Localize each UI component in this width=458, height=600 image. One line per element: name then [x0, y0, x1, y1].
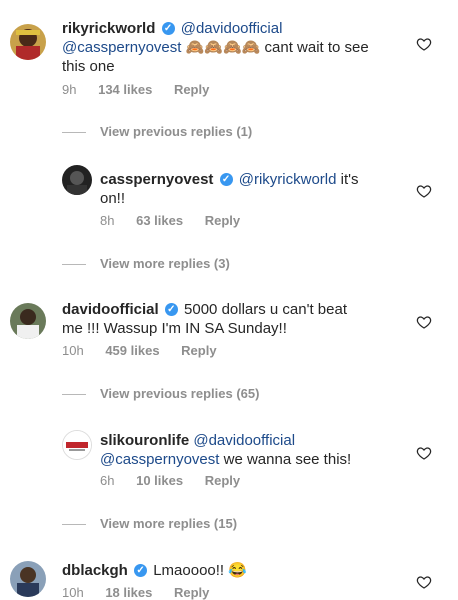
- avatar[interactable]: [10, 561, 46, 597]
- comment-body: Lmaoooo!!: [149, 562, 229, 579]
- comment-text: rikyrickworld ✓ @davidoofficial @cassper…: [62, 19, 402, 76]
- username[interactable]: rikyrickworld: [62, 20, 155, 37]
- heart-outline-icon[interactable]: [416, 445, 432, 461]
- timestamp: 6h: [100, 473, 115, 488]
- likes-count[interactable]: 459 likes: [105, 343, 159, 358]
- divider: [62, 132, 86, 134]
- view-more-replies[interactable]: View more replies (3): [62, 256, 230, 271]
- monkey-emoji: 🙈🙈🙈🙈: [185, 39, 261, 56]
- comment-body: cant wait to see: [260, 39, 369, 56]
- heart-outline-icon[interactable]: [416, 183, 432, 199]
- divider: [62, 394, 86, 396]
- laughing-emoji: 😂: [228, 562, 247, 579]
- reply-button[interactable]: Reply: [174, 585, 209, 600]
- check-badge-icon: ✓: [134, 563, 148, 577]
- mention[interactable]: @casspernyovest: [100, 451, 219, 468]
- comment-meta: 9h 134 likes Reply: [62, 82, 227, 97]
- check-badge-icon: ✓: [161, 21, 175, 35]
- avatar[interactable]: [62, 165, 92, 195]
- divider: [62, 264, 86, 266]
- reply-button[interactable]: Reply: [181, 343, 216, 358]
- mention[interactable]: @davidoofficial: [193, 432, 295, 449]
- view-previous-replies[interactable]: View previous replies (65): [62, 386, 259, 401]
- heart-outline-icon[interactable]: [416, 574, 432, 590]
- reply-button[interactable]: Reply: [205, 473, 240, 488]
- avatar[interactable]: [10, 303, 46, 339]
- comment-body: 5000 dollars u can't beat: [179, 301, 348, 318]
- timestamp: 10h: [62, 585, 84, 600]
- timestamp: 8h: [100, 213, 115, 228]
- view-more-replies[interactable]: View more replies (15): [62, 516, 237, 531]
- divider: [62, 524, 86, 526]
- comment-text: davidoofficial ✓ 5000 dollars u can't be…: [62, 300, 402, 338]
- comment-meta: 10h 459 likes Reply: [62, 343, 235, 358]
- heart-outline-icon[interactable]: [416, 314, 432, 330]
- check-badge-icon: ✓: [164, 302, 178, 316]
- comment-body-line2: this one: [62, 58, 115, 75]
- likes-count[interactable]: 10 likes: [136, 473, 183, 488]
- username[interactable]: slikouronlife: [100, 432, 189, 449]
- comment-text: casspernyovest ✓ @rikyrickworld it's on!…: [100, 170, 400, 208]
- username[interactable]: casspernyovest: [100, 171, 213, 188]
- likes-count[interactable]: 63 likes: [136, 213, 183, 228]
- mention[interactable]: @casspernyovest: [62, 39, 181, 56]
- comment-text: dblackgh ✓ Lmaoooo!! 😂: [62, 561, 402, 580]
- comment-body: we wanna see this!: [219, 451, 352, 468]
- avatar[interactable]: [10, 24, 46, 60]
- username[interactable]: davidoofficial: [62, 301, 159, 318]
- comment-meta: 6h 10 likes Reply: [100, 473, 258, 488]
- timestamp: 10h: [62, 343, 84, 358]
- comment-text: slikouronlife @davidoofficial @cassperny…: [100, 431, 400, 469]
- likes-count[interactable]: 18 likes: [105, 585, 152, 600]
- mention[interactable]: @davidoofficial: [181, 20, 283, 37]
- view-previous-replies[interactable]: View previous replies (1): [62, 124, 252, 139]
- timestamp: 9h: [62, 82, 77, 97]
- comment-body-line2: me !!! Wassup I'm IN SA Sunday!!: [62, 320, 287, 337]
- comment-body: it's: [336, 171, 359, 188]
- avatar[interactable]: [62, 430, 92, 460]
- comment-meta: 10h 18 likes Reply: [62, 585, 227, 600]
- username[interactable]: dblackgh: [62, 562, 128, 579]
- reply-button[interactable]: Reply: [205, 213, 240, 228]
- reply-button[interactable]: Reply: [174, 82, 209, 97]
- heart-outline-icon[interactable]: [416, 36, 432, 52]
- likes-count[interactable]: 134 likes: [98, 82, 152, 97]
- mention[interactable]: @rikyrickworld: [239, 171, 337, 188]
- check-badge-icon: ✓: [219, 172, 233, 186]
- comment-body-line2: on!!: [100, 190, 126, 207]
- comment-meta: 8h 63 likes Reply: [100, 213, 258, 228]
